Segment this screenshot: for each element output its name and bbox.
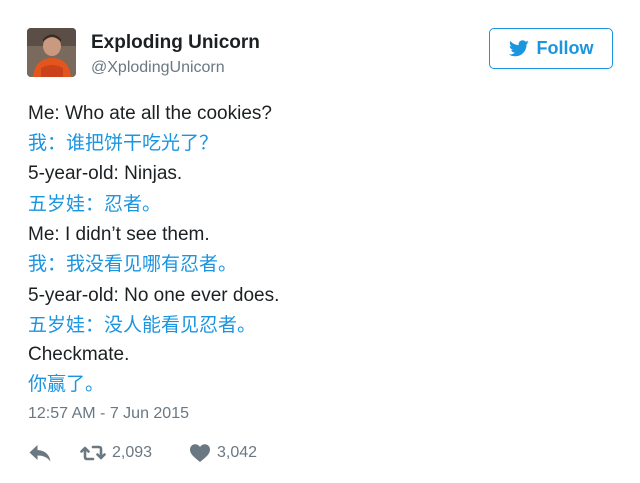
author-display-name[interactable]: Exploding Unicorn: [91, 32, 260, 54]
tweet-line: 五岁娃：忍者。: [28, 193, 162, 215]
tweet-line: Me: Who ate all the cookies?: [28, 103, 272, 124]
tweet-line: Checkmate.: [28, 344, 130, 365]
tweet-line: 五岁娃：没人能看见忍者。: [28, 314, 257, 336]
retweet-icon: [80, 443, 106, 463]
like-count: 3,042: [217, 444, 258, 461]
heart-icon: [189, 443, 211, 463]
tweet-line: 你赢了。: [28, 373, 105, 395]
author-handle[interactable]: @XplodingUnicorn: [91, 59, 225, 77]
tweet-line: 5-year-old: Ninjas.: [28, 163, 183, 184]
follow-button-label: Follow: [536, 38, 594, 58]
tweet-card: Exploding Unicorn @XplodingUnicorn Follo…: [0, 0, 640, 483]
like-button[interactable]: 3,042: [189, 443, 257, 463]
retweet-button[interactable]: 2,093: [80, 443, 152, 463]
tweet-timestamp[interactable]: 12:57 AM - 7 Jun 2015: [28, 405, 189, 423]
reply-icon: [28, 443, 52, 463]
tweet-line: 我：我没看见哪有忍者。: [28, 253, 238, 275]
follow-button[interactable]: Follow: [489, 28, 613, 69]
reply-button[interactable]: [28, 443, 58, 463]
tweet-line: 5-year-old: No one ever does.: [28, 285, 280, 306]
twitter-bird-icon: [508, 40, 529, 57]
author-avatar[interactable]: [27, 28, 76, 77]
tweet-line: Me: I didn’t see them.: [28, 224, 210, 245]
tweet-line: 我：谁把饼干吃光了？: [28, 132, 219, 154]
retweet-count: 2,093: [112, 444, 153, 461]
